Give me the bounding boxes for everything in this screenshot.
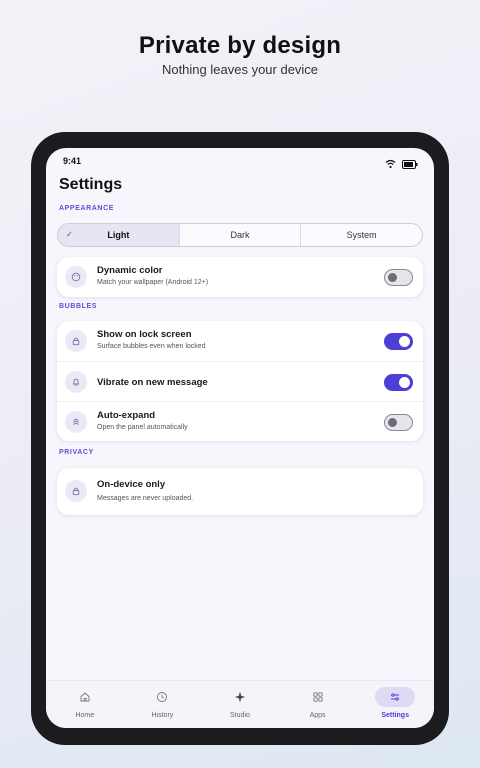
bottom-navigation: Home History Studio Apps Settings xyxy=(46,680,434,728)
section-label-appearance: APPEARANCE xyxy=(59,205,115,212)
privacy-card: On-device only Messages are never upload… xyxy=(57,468,423,515)
toggle-knob xyxy=(388,273,397,282)
setting-title: On-device only xyxy=(97,479,166,490)
setting-row-dynamic-color: Dynamic color Match your wallpaper (Andr… xyxy=(57,257,423,297)
theme-option-system[interactable]: System xyxy=(300,224,422,246)
theme-selector: ✓ Light Dark System xyxy=(57,223,423,247)
vibrate-toggle[interactable] xyxy=(384,374,413,391)
clock-icon xyxy=(142,687,182,707)
toggle-knob xyxy=(399,336,410,347)
nav-item-apps[interactable]: Apps xyxy=(279,681,357,728)
app-screen: 9:41 Settings APPEARANCE ✓ Light Dark Sy xyxy=(46,148,434,728)
status-time: 9:41 xyxy=(63,156,82,166)
nav-item-history[interactable]: History xyxy=(124,681,202,728)
status-bar: 9:41 xyxy=(46,156,434,172)
theme-option-label: System xyxy=(346,230,377,240)
page-title: Settings xyxy=(59,176,123,193)
setting-row-lock-screen: Show on lock screen Surface bubbles even… xyxy=(57,321,423,361)
theme-option-dark[interactable]: Dark xyxy=(178,224,301,246)
nav-item-settings[interactable]: Settings xyxy=(356,681,434,728)
setting-title: Auto-expand xyxy=(97,410,156,421)
setting-subtitle: Match your wallpaper (Android 12+) xyxy=(97,279,209,286)
expand-icon xyxy=(65,411,87,433)
setting-row-auto-expand: Auto-expand Open the panel automatically xyxy=(57,401,423,441)
promo-subhead: Nothing leaves your device xyxy=(161,62,319,77)
setting-title: Vibrate on new message xyxy=(97,377,208,388)
dynamic-color-card: Dynamic color Match your wallpaper (Andr… xyxy=(57,257,423,297)
setting-subtitle: Surface bubbles even when locked xyxy=(97,343,206,350)
battery-icon xyxy=(402,156,418,174)
toggle-knob xyxy=(399,377,410,388)
setting-title: Show on lock screen xyxy=(97,329,192,340)
setting-title: Dynamic color xyxy=(97,265,163,276)
nav-item-studio[interactable]: Studio xyxy=(201,681,279,728)
wifi-icon xyxy=(385,156,396,174)
home-icon xyxy=(65,687,105,707)
check-icon: ✓ xyxy=(66,230,73,239)
setting-subtitle: Messages are never uploaded. xyxy=(97,495,194,502)
nav-label: Apps xyxy=(309,712,326,719)
auto-expand-toggle[interactable] xyxy=(384,414,413,431)
dynamic-color-toggle[interactable] xyxy=(384,269,413,286)
nav-item-home[interactable]: Home xyxy=(46,681,124,728)
palette-icon xyxy=(65,266,87,288)
theme-option-label: Light xyxy=(107,230,130,240)
tablet-frame: 9:41 Settings APPEARANCE ✓ Light Dark Sy xyxy=(31,132,449,745)
sparkle-icon xyxy=(220,687,260,707)
lock-icon xyxy=(65,330,87,352)
toggle-knob xyxy=(388,418,397,427)
sliders-icon xyxy=(375,687,416,707)
nav-label: Settings xyxy=(381,712,409,719)
nav-label: Studio xyxy=(230,712,250,719)
nav-label: Home xyxy=(75,712,95,719)
setting-subtitle: Open the panel automatically xyxy=(97,424,188,431)
grid-icon xyxy=(298,687,338,707)
theme-option-light[interactable]: ✓ Light xyxy=(58,224,179,246)
section-label-privacy: PRIVACY xyxy=(59,449,94,456)
setting-row-on-device: On-device only Messages are never upload… xyxy=(57,468,423,515)
setting-row-vibrate: Vibrate on new message xyxy=(57,361,423,401)
theme-option-label: Dark xyxy=(230,230,250,240)
bubbles-card: Show on lock screen Surface bubbles even… xyxy=(57,321,423,441)
promo-headline: Private by design xyxy=(138,32,342,59)
section-label-bubbles: BUBBLES xyxy=(59,303,98,310)
lock-screen-toggle[interactable] xyxy=(384,333,413,350)
nav-label: History xyxy=(151,712,174,719)
bell-icon xyxy=(65,371,87,393)
lock-icon xyxy=(65,480,87,502)
